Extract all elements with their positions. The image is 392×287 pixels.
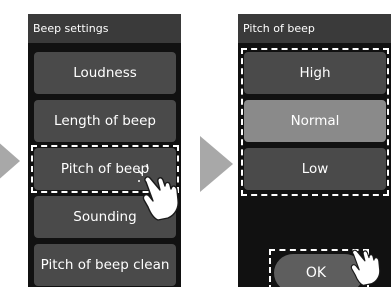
option-label: Normal xyxy=(290,113,340,129)
tapping-hand-icon xyxy=(350,249,381,286)
beep-settings-screen: Beep settings Loudness Length of beep Pi… xyxy=(28,14,181,287)
loudness-button[interactable]: Loudness xyxy=(34,52,176,94)
arrow-right-icon xyxy=(200,136,233,192)
high-option-button[interactable]: High xyxy=(244,52,386,94)
length-of-beep-button[interactable]: Length of beep xyxy=(34,100,176,142)
screen-title: Beep settings xyxy=(28,14,181,43)
arrow-right-icon xyxy=(0,143,20,179)
menu-item-label: Length of beep xyxy=(54,113,156,129)
menu-item-label: Pitch of beep xyxy=(60,161,150,177)
ok-label: OK xyxy=(305,265,327,281)
menu-item-label: Pitch of beep clean xyxy=(40,257,170,273)
pitch-of-beep-clean-button[interactable]: Pitch of beep clean xyxy=(34,244,176,286)
menu-item-label: Loudness xyxy=(73,65,137,81)
option-label: Low xyxy=(301,161,329,177)
pitch-of-beep-screen: Pitch of beep High Normal Low OK xyxy=(238,14,391,287)
low-option-button[interactable]: Low xyxy=(244,148,386,190)
normal-option-button[interactable]: Normal xyxy=(244,100,386,142)
screen-title: Pitch of beep xyxy=(238,14,391,43)
menu-item-label: Sounding xyxy=(73,209,137,225)
option-label: High xyxy=(299,65,331,81)
tapping-hand-icon xyxy=(138,163,179,221)
